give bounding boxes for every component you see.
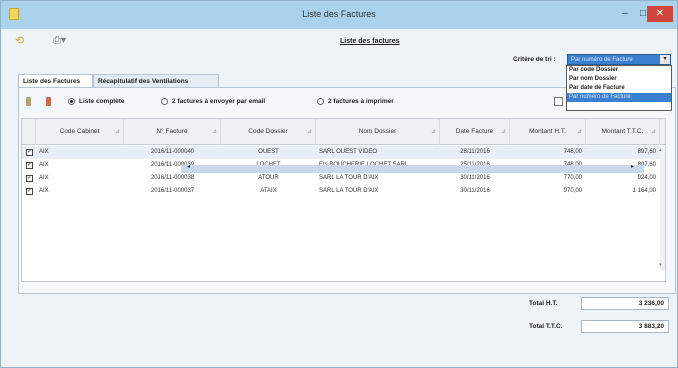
total-ttc-label: Total T.T.C. [529, 323, 563, 330]
filter-icon[interactable]: ⊿ [577, 119, 582, 145]
minimize-button[interactable]: – [615, 6, 635, 22]
radio-label-email: 2 factures à envoyer par email [172, 98, 266, 105]
radio-liste-complete[interactable] [68, 98, 75, 105]
row-checkbox[interactable]: ✓ [26, 162, 33, 169]
total-ht-value: 3 236,00 [581, 297, 669, 310]
row-checkbox[interactable]: ✓ [26, 175, 33, 182]
header-label: Code Dossier [248, 128, 288, 135]
cell-code-cabinet: AIX [39, 175, 49, 181]
chevron-down-icon[interactable]: ▾ [660, 55, 670, 64]
sort-criteria-dropdown: Par code Dossier Par nom Dossier Par dat… [566, 65, 672, 111]
filter-icon[interactable]: ⊿ [212, 119, 217, 145]
header-label: Montant T.T.C. [601, 128, 644, 135]
cell-num-facture: 2016/11-000037 [150, 188, 195, 194]
header-date-facture[interactable]: Date Facture ⊿ [440, 119, 510, 145]
vertical-scrollbar[interactable] [660, 146, 665, 271]
header-label: Date Facture [455, 128, 494, 135]
invoice-list-window: Liste des Factures – □ ✕ ⟲ ⎙▾ Liste des … [0, 0, 678, 368]
cell-montant-ht: 970,00 [563, 188, 582, 194]
cell-date-facture: 30/11/2016 [460, 175, 490, 181]
table-row[interactable]: ✓ AIX 2016/11-000040 OUEST SARL OUEST VI… [22, 146, 665, 159]
cell-nom-dossier: SARL OUEST VIDEO [319, 149, 378, 155]
sort-option-code-dossier[interactable]: Par code Dossier [567, 66, 671, 75]
cell-montant-ht: 748,00 [563, 149, 582, 155]
scroll-right-icon[interactable]: ▸ [631, 163, 634, 170]
invoices-table: Code Cabinet ⊿ N° Facture ⊿ Code Dossier ⊿ … [21, 118, 666, 282]
radio-label-liste-complete: Liste complète [79, 98, 125, 105]
cell-num-facture: 2016/11-000040 [150, 149, 195, 155]
header-montant-ttc[interactable]: Montant T.T.C. ⊿ [586, 119, 660, 145]
header-label: Code Cabinet [59, 128, 100, 135]
sort-option-numero-facture[interactable]: Par numéro de Facture [567, 93, 671, 102]
header-code-dossier[interactable]: Code Dossier ⊿ [221, 119, 316, 145]
cell-nom-dossier: SARL LA TOUR D'AIX [319, 188, 379, 194]
window-title: Liste des Factures [302, 9, 376, 19]
cell-nom-dossier: SARL LA TOUR D'AIX [319, 175, 379, 181]
cell-date-facture: 30/11/2016 [460, 188, 490, 194]
header-num-facture[interactable]: N° Facture ⊿ [124, 119, 221, 145]
table-header: Code Cabinet ⊿ N° Facture ⊿ Code Dossier ⊿ … [22, 119, 665, 145]
cell-montant-ttc: 897,60 [637, 149, 656, 155]
radio-label-imprimer: 2 factures à imprimer [328, 98, 394, 105]
horizontal-scrollbar[interactable] [181, 165, 644, 173]
tab-liste-factures[interactable]: Liste des Factures [18, 74, 93, 87]
cell-code-dossier: OUEST [258, 149, 279, 155]
sort-criteria-select[interactable]: Par numéro de Facture ▾ [567, 54, 671, 65]
print-icon[interactable]: ⎙▾ [53, 35, 66, 46]
radio-imprimer[interactable] [317, 98, 324, 105]
filter-icon[interactable]: ⊿ [431, 119, 436, 145]
total-ttc-value: 3 883,20 [581, 320, 669, 333]
header-code-cabinet[interactable]: Code Cabinet ⊿ [36, 119, 124, 145]
header-label: Nom Dossier [358, 128, 397, 135]
close-button[interactable]: ✕ [647, 6, 673, 22]
filter-icon[interactable]: ⊿ [651, 119, 656, 145]
scroll-up-icon[interactable]: ▴ [659, 147, 662, 153]
table-row[interactable]: ✓ AIX 2016/11-000038 ATOUR SARL LA TOUR … [22, 172, 665, 185]
page-title: Liste des factures [340, 38, 400, 45]
radio-email[interactable] [161, 98, 168, 105]
sort-option-nom-dossier[interactable]: Par nom Dossier [567, 75, 671, 84]
row-checkbox[interactable]: ✓ [26, 149, 33, 156]
cell-code-cabinet: AIX [39, 188, 49, 194]
header-label: Montant H.T. [529, 128, 566, 135]
filter-icon[interactable]: ⊿ [115, 119, 120, 145]
title-bar: Liste des Factures – □ ✕ [1, 1, 677, 29]
unlock-icon[interactable] [46, 97, 51, 106]
cell-code-dossier: ATOUR [258, 175, 279, 181]
cell-date-facture: 28/11/2016 [460, 149, 490, 155]
table-row[interactable]: ✓ AIX 2016/11-000037 ATAIX SARL LA TOUR … [22, 185, 665, 198]
cell-code-cabinet: AIX [39, 162, 49, 168]
cell-montant-ttc: 924,00 [637, 175, 656, 181]
header-montant-ht[interactable]: Montant H.T. ⊿ [510, 119, 586, 145]
select-all-checkbox[interactable] [554, 97, 563, 106]
row-checkbox[interactable]: ✓ [26, 188, 33, 195]
cell-code-dossier: ATAIX [260, 188, 277, 194]
total-ht-label: Total H.T. [529, 300, 558, 307]
header-select[interactable] [22, 119, 36, 145]
cell-montant-ht: 770,00 [563, 175, 582, 181]
cell-code-cabinet: AIX [39, 149, 49, 155]
lock-icon[interactable] [26, 97, 31, 106]
cell-montant-ttc: 1 164,00 [632, 188, 656, 194]
header-label: N° Facture [156, 128, 188, 135]
tab-recapitulatif-ventilations[interactable]: Récapitulatif des Ventilations [93, 74, 219, 87]
scroll-left-icon[interactable]: ◂ [187, 163, 190, 170]
scroll-down-icon[interactable]: ▾ [659, 262, 662, 268]
sort-option-date-facture[interactable]: Par date de Facture [567, 84, 671, 93]
back-icon[interactable]: ⟲ [15, 34, 27, 47]
filter-icon[interactable]: ⊿ [307, 119, 312, 145]
sort-criteria-label: Critère de tri : [513, 56, 556, 63]
filter-icon[interactable]: ⊿ [501, 119, 506, 145]
sort-criteria-value: Par numéro de Facture [571, 57, 633, 63]
cell-num-facture: 2016/11-000038 [150, 175, 195, 181]
header-nom-dossier[interactable]: Nom Dossier ⊿ [316, 119, 440, 145]
